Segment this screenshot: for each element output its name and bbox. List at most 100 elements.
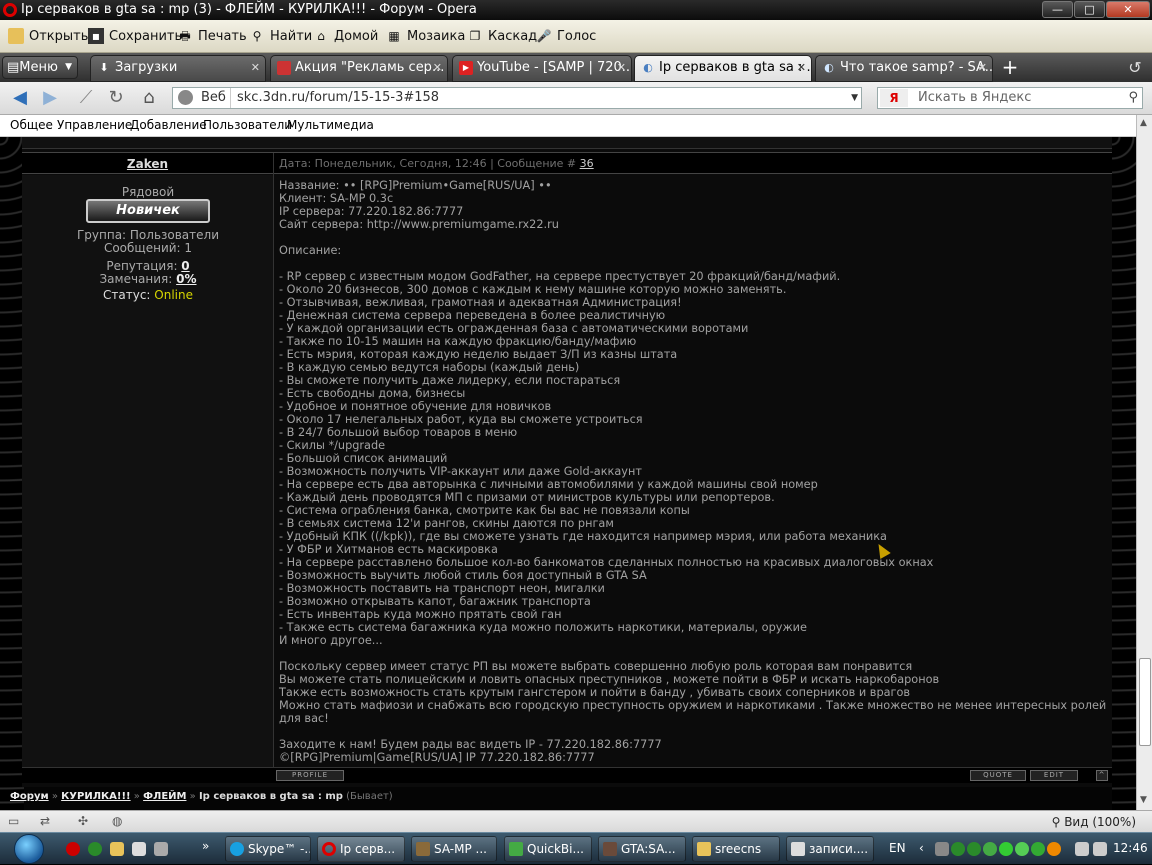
tray-app-icon[interactable] bbox=[1031, 842, 1045, 856]
find-button[interactable]: ⚲ Найти bbox=[249, 27, 313, 45]
taskbar-item-skype[interactable]: Skype™ -... bbox=[225, 836, 311, 862]
notepad-quicklaunch-icon[interactable] bbox=[132, 842, 146, 856]
breadcrumb-section[interactable]: КУРИЛКА!!! bbox=[61, 791, 130, 802]
tab-youtube[interactable]: ▶ YouTube - [SAMP | 720... ✕ bbox=[452, 55, 632, 82]
tab-promo[interactable]: Акция "Рекламь сер... ✕ bbox=[270, 55, 448, 82]
close-icon[interactable]: ✕ bbox=[251, 56, 260, 80]
profile-button[interactable]: PROFILE bbox=[276, 770, 344, 781]
network-tray-icon[interactable] bbox=[1075, 842, 1089, 856]
breadcrumb-subsection[interactable]: ФЛЕЙМ bbox=[143, 791, 186, 802]
network-icon[interactable]: ✣ bbox=[78, 814, 88, 828]
yandex-logo-icon[interactable]: Я bbox=[880, 89, 908, 107]
taskbar-item-samp[interactable]: SA-MP ... bbox=[411, 836, 497, 862]
taskbar-item-notes[interactable]: записи.... bbox=[786, 836, 874, 862]
close-icon[interactable]: ✕ bbox=[797, 56, 806, 80]
tab-samp[interactable]: ◐ Что такое samp? - SA... ✕ bbox=[815, 55, 993, 82]
panel-toggle-icon[interactable]: ▭ bbox=[8, 814, 19, 828]
scroll-down-icon[interactable]: ▼ bbox=[1140, 795, 1147, 805]
sitemenu-item-general[interactable]: Общее bbox=[10, 115, 53, 136]
tab-bar: ▤Меню ▼ ⬇ Загрузки ✕ Акция "Рекламь сер... ✕… bbox=[0, 53, 1152, 82]
scroll-up-icon[interactable]: ▲ bbox=[1140, 118, 1147, 128]
sitemenu-item-add[interactable]: Добавление bbox=[130, 115, 207, 136]
speeddial-icon[interactable]: ⇄ bbox=[40, 814, 50, 828]
post-meta: Дата: Понедельник, Сегодня, 12:46 | Сооб… bbox=[279, 153, 594, 175]
close-icon[interactable]: ✕ bbox=[433, 56, 442, 80]
close-window-button[interactable]: ✕ bbox=[1106, 1, 1150, 18]
taskbar-label: GTA:SA... bbox=[621, 842, 676, 856]
quote-button[interactable]: QUOTE bbox=[970, 770, 1026, 781]
folder-icon bbox=[697, 842, 711, 856]
mosaic-button[interactable]: ▦ Мозаика bbox=[386, 27, 465, 45]
windows-taskbar: » Skype™ -... Ip серв... SA-MP ... Quick… bbox=[0, 832, 1152, 864]
taskbar-item-gtasa[interactable]: GTA:SA... bbox=[598, 836, 686, 862]
home-button[interactable]: ⌂ Домой bbox=[313, 27, 378, 45]
opera-quicklaunch-icon[interactable] bbox=[66, 842, 80, 856]
taskbar-item-opera[interactable]: Ip серв... bbox=[317, 836, 405, 862]
address-field[interactable]: Веб skc.3dn.ru/forum/15-15-3#158 ▼ bbox=[172, 87, 862, 109]
minimize-button[interactable]: — bbox=[1042, 1, 1073, 18]
language-indicator[interactable]: EN bbox=[889, 841, 906, 855]
scroll-top-button[interactable]: ^ bbox=[1096, 770, 1108, 781]
opera-menu-button[interactable]: ▤Меню ▼ bbox=[2, 56, 78, 79]
sitemenu-item-users[interactable]: Пользователи bbox=[203, 115, 292, 136]
chevron-down-icon[interactable]: ▼ bbox=[851, 88, 858, 108]
volume-tray-icon[interactable] bbox=[1093, 842, 1107, 856]
main-toolbar: Открыть ▪ Сохранить 🖶 Печать ⚲ Найти ⌂ Домой… bbox=[0, 20, 1152, 53]
forward-arrow-icon[interactable]: ▶ bbox=[38, 87, 62, 109]
zoom-control[interactable]: ⚲ Вид (100%) bbox=[1052, 815, 1136, 829]
post-number-link[interactable]: 36 bbox=[580, 157, 594, 170]
maximize-button[interactable]: □ bbox=[1074, 1, 1105, 18]
utorrent-tray-icon[interactable] bbox=[951, 842, 965, 856]
utorrent-quicklaunch-icon[interactable] bbox=[88, 842, 102, 856]
cascade-button[interactable]: ❐ Каскад bbox=[467, 27, 538, 45]
quicklaunch-chevron-icon[interactable]: » bbox=[202, 839, 209, 853]
scrollbar-thumb[interactable] bbox=[1139, 658, 1151, 746]
print-button[interactable]: 🖶 Печать bbox=[177, 27, 246, 45]
post-author[interactable]: Zaken bbox=[22, 153, 274, 175]
voice-label: Голос bbox=[557, 28, 597, 44]
utorrent-tray-icon[interactable] bbox=[967, 842, 981, 856]
taskbar-item-screens[interactable]: sreecns bbox=[692, 836, 780, 862]
url-text[interactable]: skc.3dn.ru/forum/15-15-3#158 bbox=[237, 88, 439, 108]
folder-quicklaunch-icon[interactable] bbox=[110, 842, 124, 856]
search-icon[interactable]: ⚲ bbox=[1128, 88, 1138, 108]
page-viewport: Zaken Дата: Понедельник, Сегодня, 12:46 … bbox=[0, 137, 1136, 810]
reload-icon[interactable]: ↻ bbox=[104, 87, 128, 109]
turbo-icon[interactable]: ◍ bbox=[112, 814, 122, 828]
download-tray-icon[interactable] bbox=[1015, 842, 1029, 856]
veb-info-badge[interactable]: Веб bbox=[173, 88, 231, 108]
vertical-scrollbar[interactable]: ▲ ▼ bbox=[1136, 115, 1152, 810]
back-arrow-icon[interactable]: ◀ bbox=[8, 87, 32, 109]
breadcrumb-forum[interactable]: Форум bbox=[10, 791, 49, 802]
home-icon[interactable]: ⌂ bbox=[137, 87, 161, 109]
tab-label: Загрузки bbox=[115, 60, 178, 75]
site-menu: Общее Управление Добавление Пользователи… bbox=[0, 115, 1152, 137]
tab-active-forum[interactable]: ◐ Ip серваков в gta sa : ... ✕ bbox=[634, 55, 812, 82]
tray-expand-icon[interactable]: ‹ bbox=[919, 841, 924, 855]
close-icon[interactable]: ✕ bbox=[617, 56, 626, 80]
tray-app-icon[interactable] bbox=[999, 842, 1013, 856]
edit-button[interactable]: EDIT bbox=[1030, 770, 1078, 781]
close-icon[interactable]: ✕ bbox=[978, 56, 987, 80]
tab-downloads[interactable]: ⬇ Загрузки ✕ bbox=[90, 55, 266, 82]
search-input[interactable]: Я Искать в Яндекс ⚲ bbox=[877, 87, 1143, 109]
clock[interactable]: 12:46 bbox=[1113, 841, 1148, 855]
new-tab-button[interactable]: + bbox=[1000, 55, 1020, 79]
tray-app-icon[interactable] bbox=[935, 842, 949, 856]
taskbar-item-quickbi[interactable]: QuickBi... bbox=[504, 836, 592, 862]
save-button[interactable]: ▪ Сохранить bbox=[88, 27, 182, 45]
wand-icon[interactable]: ⟋ bbox=[74, 87, 98, 109]
app-quicklaunch-icon[interactable] bbox=[154, 842, 168, 856]
open-button[interactable]: Открыть bbox=[8, 27, 88, 45]
sitemenu-item-management[interactable]: Управление bbox=[57, 115, 132, 136]
remarks-link[interactable]: 0% bbox=[176, 272, 196, 286]
voice-button[interactable]: 🎤 Голос bbox=[536, 27, 597, 45]
quickbi-icon bbox=[509, 842, 523, 856]
reputation-link[interactable]: 0 bbox=[181, 259, 189, 273]
start-button[interactable] bbox=[14, 834, 44, 864]
trash-icon[interactable]: ↺ bbox=[1122, 57, 1148, 79]
tray-app-icon[interactable] bbox=[1047, 842, 1061, 856]
tray-app-icon[interactable] bbox=[983, 842, 997, 856]
magnifier-icon: ⚲ bbox=[1051, 815, 1065, 829]
sitemenu-item-multimedia[interactable]: Мультимедиа bbox=[287, 115, 374, 136]
